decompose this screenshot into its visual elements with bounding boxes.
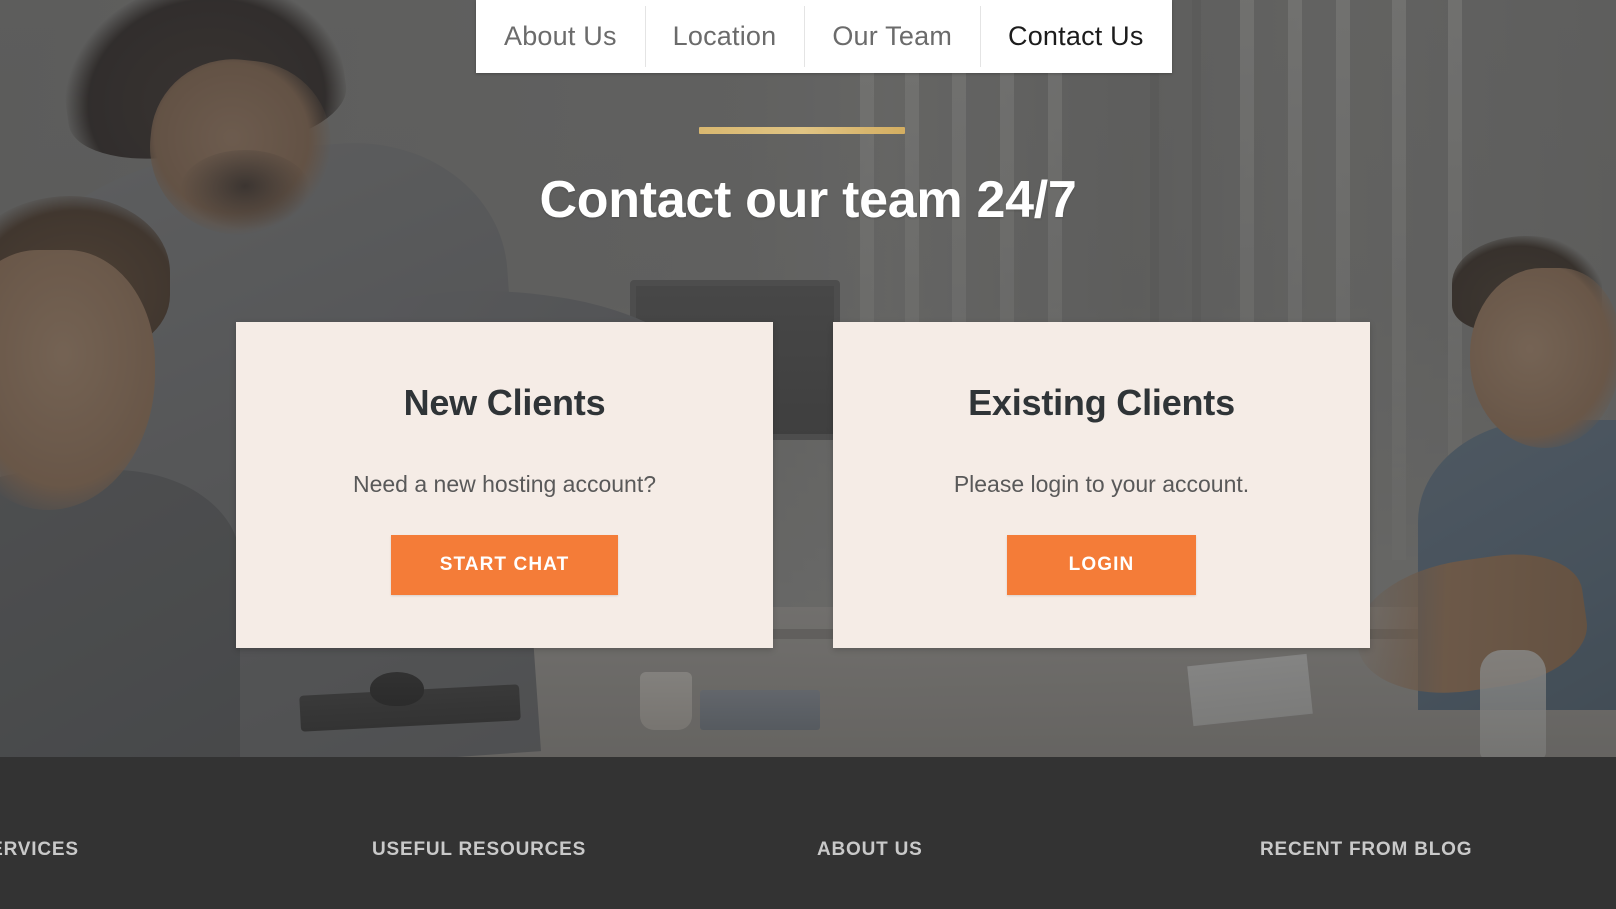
- existing-clients-card: Existing Clients Please login to your ac…: [833, 322, 1370, 648]
- existing-clients-subtitle: Please login to your account.: [953, 471, 1250, 497]
- page-root: About Us Location Our Team Contact Us Co…: [0, 0, 1616, 909]
- login-button[interactable]: LOGIN: [1006, 535, 1197, 595]
- existing-clients-button-wrap: LOGIN: [833, 535, 1370, 595]
- tab-about-us[interactable]: About Us: [476, 0, 645, 73]
- footer-heading-recent-from-blog: RECENT FROM BLOG: [1260, 839, 1473, 860]
- tab-contact-us[interactable]: Contact Us: [980, 0, 1172, 73]
- footer-heading-useful-resources: USEFUL RESOURCES: [372, 839, 587, 860]
- new-clients-subtitle: Need a new hosting account?: [352, 471, 657, 497]
- page-title: Contact our team 24/7: [539, 171, 1077, 229]
- site-footer: G SERVICES USEFUL RESOURCES ABOUT US REC…: [0, 757, 1616, 909]
- new-clients-card: New Clients Need a new hosting account? …: [236, 322, 773, 648]
- tab-our-team[interactable]: Our Team: [804, 0, 981, 73]
- hero-content: Contact our team 24/7 New Clients Need a…: [0, 0, 1616, 757]
- top-navigation-tabs: About Us Location Our Team Contact Us: [476, 0, 1172, 73]
- footer-heading-about-us: ABOUT US: [817, 839, 923, 860]
- gold-divider-rule: [699, 127, 905, 134]
- new-clients-button-wrap: START CHAT: [236, 535, 773, 595]
- existing-clients-title: Existing Clients: [968, 382, 1235, 423]
- footer-heading-hosting-services: G SERVICES: [0, 839, 79, 860]
- footer-columns: G SERVICES USEFUL RESOURCES ABOUT US REC…: [0, 757, 1616, 909]
- tab-location[interactable]: Location: [644, 0, 805, 73]
- new-clients-title: New Clients: [403, 382, 606, 423]
- start-chat-button[interactable]: START CHAT: [390, 535, 619, 595]
